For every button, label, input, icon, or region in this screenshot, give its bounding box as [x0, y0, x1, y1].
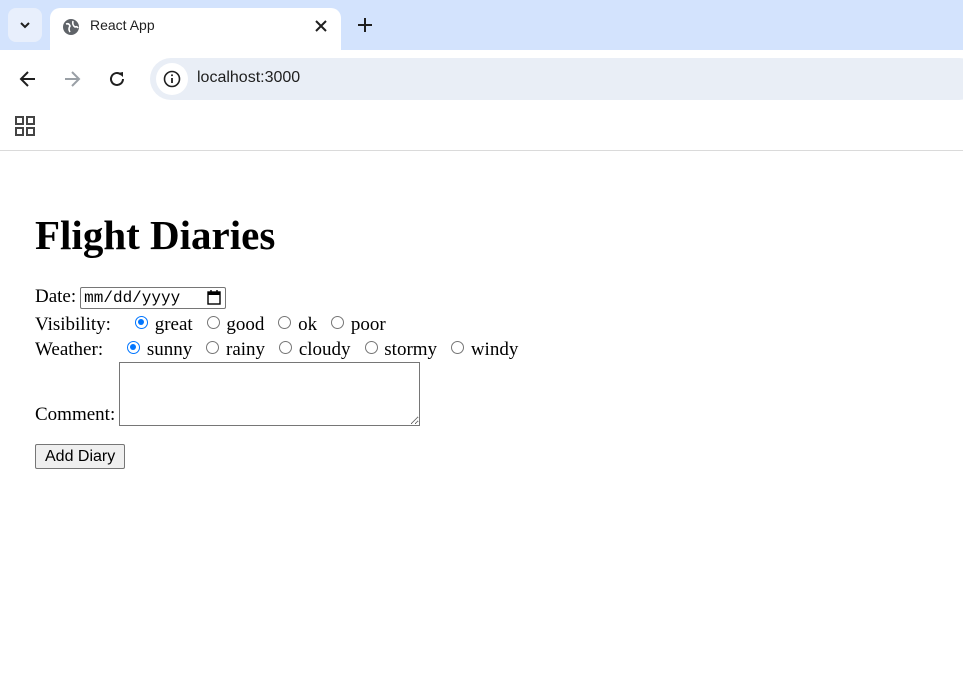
radio-great[interactable]	[134, 316, 148, 329]
weather-option-rainy[interactable]: rainy	[206, 339, 265, 361]
reload-icon[interactable]	[106, 68, 128, 90]
visibility-row: Visibility: great good ok poor	[35, 314, 400, 336]
address-bar[interactable]: localhost:3000	[150, 58, 963, 100]
option-label: ok	[298, 314, 318, 335]
info-icon	[163, 70, 181, 88]
radio-poor[interactable]	[331, 316, 345, 329]
option-label: rainy	[226, 339, 266, 360]
option-label: great	[154, 314, 193, 335]
radio-stormy[interactable]	[364, 341, 378, 354]
browser-toolbar: localhost:3000	[0, 50, 963, 108]
radio-good[interactable]	[206, 316, 220, 329]
visibility-label: Visibility:	[35, 314, 111, 335]
url-text[interactable]: localhost:3000	[197, 69, 300, 87]
weather-label: Weather:	[35, 339, 104, 360]
visibility-option-ok[interactable]: ok	[278, 314, 317, 336]
option-label: sunny	[146, 339, 193, 360]
weather-row: Weather: sunny rainy cloudy stormy windy	[35, 339, 532, 361]
page-title: Flight Diaries	[35, 212, 276, 258]
radio-windy[interactable]	[451, 341, 465, 354]
page-content: Flight Diaries Date: mm/dd/yyyy Visibilit…	[35, 151, 963, 680]
calendar-icon[interactable]	[207, 289, 221, 305]
bookmarks-bar	[0, 108, 963, 151]
plus-icon[interactable]	[356, 16, 374, 34]
site-info-button[interactable]	[156, 63, 188, 95]
option-label: stormy	[384, 339, 438, 360]
date-placeholder: mm/dd/yyyy	[84, 288, 181, 307]
weather-option-stormy[interactable]: stormy	[364, 339, 438, 361]
weather-option-windy[interactable]: windy	[451, 339, 518, 361]
comment-row: Comment:	[35, 362, 421, 426]
visibility-option-good[interactable]: good	[206, 314, 265, 336]
radio-cloudy[interactable]	[279, 341, 293, 354]
radio-ok[interactable]	[278, 316, 292, 329]
option-label: poor	[350, 314, 386, 335]
visibility-option-great[interactable]: great	[134, 314, 193, 336]
option-label: windy	[470, 339, 519, 360]
date-row: Date: mm/dd/yyyy	[35, 286, 227, 309]
forward-arrow-icon[interactable]	[61, 68, 83, 90]
back-arrow-icon[interactable]	[17, 68, 39, 90]
option-label: cloudy	[298, 339, 351, 360]
comment-label: Comment:	[35, 404, 116, 425]
weather-option-sunny[interactable]: sunny	[127, 339, 192, 361]
date-input[interactable]: mm/dd/yyyy	[80, 286, 227, 309]
tab-search-button[interactable]	[8, 8, 42, 42]
radio-sunny[interactable]	[127, 341, 141, 354]
globe-icon	[63, 19, 79, 35]
add-diary-button[interactable]: Add Diary	[35, 444, 126, 469]
browser-tabstrip: React App	[0, 0, 963, 50]
comment-textarea[interactable]	[119, 362, 421, 426]
apps-grid-icon[interactable]	[15, 116, 35, 136]
weather-option-cloudy[interactable]: cloudy	[279, 339, 351, 361]
visibility-option-poor[interactable]: poor	[331, 314, 386, 336]
tab-title: React App	[90, 17, 155, 33]
chevron-down-icon	[20, 22, 30, 29]
date-label: Date:	[35, 286, 77, 307]
option-label: good	[226, 314, 265, 335]
close-icon[interactable]	[313, 18, 329, 34]
browser-tab[interactable]: React App	[50, 8, 341, 50]
radio-rainy[interactable]	[206, 341, 220, 354]
